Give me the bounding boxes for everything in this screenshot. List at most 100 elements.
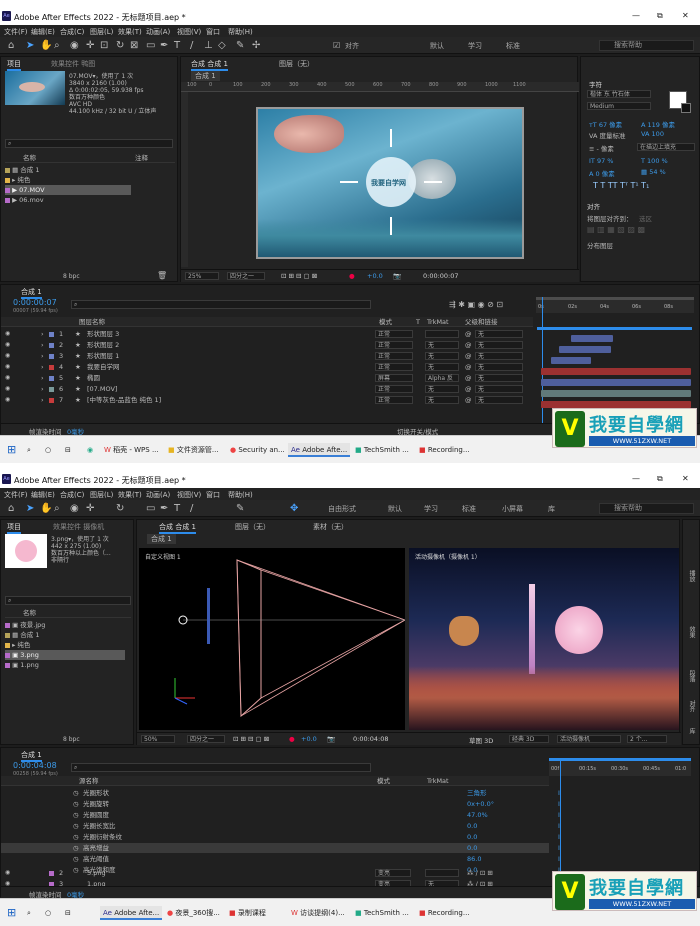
windows-start-icon[interactable]: ⊞ xyxy=(4,906,19,920)
parent-dropdown[interactable]: 无 xyxy=(475,396,523,404)
property-value[interactable]: 0.0 xyxy=(467,832,477,842)
menu-effect[interactable]: 效果(T) xyxy=(118,490,142,500)
camera-property-row[interactable]: ◷ 光圈衍射条纹 0.0 I xyxy=(1,832,560,842)
rotate-tool-icon[interactable]: ↻ xyxy=(116,503,124,514)
label-color-swatch[interactable] xyxy=(49,871,54,876)
menu-composition[interactable]: 合成(C) xyxy=(60,27,84,37)
menu-view[interactable]: 视图(V) xyxy=(177,27,201,37)
layer-bar[interactable] xyxy=(551,357,591,364)
edge-icon[interactable]: ⊟ xyxy=(62,906,74,920)
dolly-tool-icon[interactable]: ⊡ xyxy=(100,40,108,51)
project-item[interactable]: ▦ 合成 1 xyxy=(5,165,39,175)
side-tab[interactable]: 对齐 xyxy=(687,700,696,712)
workspace-small-screen[interactable]: 小屏幕 xyxy=(502,504,523,514)
blend-mode-dropdown[interactable]: 正常 xyxy=(375,341,413,349)
pan-tool-icon[interactable]: ✛ xyxy=(86,503,94,514)
pickwhip-icon[interactable]: @ xyxy=(465,395,472,405)
stopwatch-icon[interactable]: ◷ xyxy=(73,821,79,831)
text-style-buttons-icon[interactable]: T T TT Tᵀ T¹ T₁ xyxy=(593,181,649,190)
workspace-library[interactable]: 库 xyxy=(548,504,555,514)
label-color-swatch[interactable] xyxy=(49,332,54,337)
time-ruler[interactable]: 00f 00:15s 00:30s 00:45s 01:0 xyxy=(549,758,691,776)
layer-name[interactable]: 形状图层 3 xyxy=(87,329,119,339)
minimize-button[interactable]: — xyxy=(632,11,640,20)
axis-mode-icon[interactable]: ✥ xyxy=(290,503,298,514)
timeline-search-input[interactable]: ⌕ xyxy=(71,763,371,772)
stroke-color-swatch[interactable] xyxy=(681,103,691,113)
menu-composition[interactable]: 合成(C) xyxy=(60,490,84,500)
project-item[interactable]: ▸ 纯色 xyxy=(5,640,30,650)
property-value[interactable]: 三角形 xyxy=(467,788,487,798)
expand-icon[interactable]: › xyxy=(41,373,44,383)
side-tab[interactable]: 效果 xyxy=(687,626,696,638)
menu-animation[interactable]: 动画(A) xyxy=(146,490,170,500)
camera-dropdown[interactable]: 活动摄像机 xyxy=(557,735,621,743)
bpc-label[interactable]: 8 bpc xyxy=(63,736,80,743)
camera-property-row[interactable]: ◷ 光圈形状 三角形 I xyxy=(1,788,560,798)
eye-icon[interactable]: ◉ xyxy=(5,373,10,383)
resolution-dropdown[interactable]: 四分之一 xyxy=(227,272,265,280)
trkmat-dropdown[interactable]: 无 xyxy=(425,396,459,404)
pickwhip-icon[interactable]: @ xyxy=(465,329,472,339)
stopwatch-icon[interactable]: ◷ xyxy=(73,788,79,798)
eye-icon[interactable]: ◉ xyxy=(5,395,10,405)
rotate-tool-icon[interactable]: ↻ xyxy=(116,40,124,51)
comp-breadcrumb[interactable]: 合成 1 xyxy=(191,71,220,81)
property-value[interactable]: 0.0 xyxy=(467,843,477,853)
label-color-swatch[interactable] xyxy=(49,365,54,370)
playhead[interactable] xyxy=(560,758,561,886)
layer-bar[interactable] xyxy=(541,368,691,375)
stopwatch-icon[interactable]: ◷ xyxy=(73,854,79,864)
camera-property-row[interactable]: ◷ 高亮增益 0.0 I xyxy=(1,843,560,853)
switches-icon[interactable]: ⁂ / ⊡ ⊞ xyxy=(467,868,493,878)
property-value[interactable]: 0x+0.0° xyxy=(467,799,494,809)
trkmat-dropdown[interactable]: 无 xyxy=(425,385,459,393)
draft-3d-toggle[interactable]: 草图 3D xyxy=(469,735,493,745)
project-item[interactable]: ▶ 06.mov xyxy=(5,195,44,205)
label-color-swatch[interactable] xyxy=(49,343,54,348)
font-family-dropdown[interactable]: 楷体 东 竹石体 xyxy=(587,90,651,98)
close-button[interactable]: ✕ xyxy=(682,11,689,20)
camera-icon[interactable]: 📷 xyxy=(327,735,335,743)
brush-tool-icon[interactable]: / xyxy=(190,40,193,51)
exposure-value[interactable]: +0.0 xyxy=(367,272,383,280)
label-color-swatch[interactable] xyxy=(49,376,54,381)
orbit-tool-icon[interactable]: ◉ xyxy=(70,503,79,514)
workspace-learn[interactable]: 学习 xyxy=(468,41,482,51)
camera-property-row[interactable]: ◷ 光圈旋转 0x+0.0° I xyxy=(1,799,560,809)
pickwhip-icon[interactable]: @ xyxy=(465,351,472,361)
menu-help[interactable]: 帮助(H) xyxy=(228,27,253,37)
puppet-tool-icon[interactable]: ✢ xyxy=(252,40,260,51)
task-view-icon[interactable]: ○ xyxy=(42,443,54,457)
blend-mode-dropdown[interactable]: 正常 xyxy=(375,396,413,404)
tab-effect-controls[interactable]: 效果控件 鸭图 xyxy=(51,59,95,69)
expand-icon[interactable]: › xyxy=(41,384,44,394)
layer-name[interactable]: 椭圆 xyxy=(87,373,100,383)
layer-bar[interactable] xyxy=(559,346,611,353)
workspace-default[interactable]: 默认 xyxy=(430,41,444,51)
pickwhip-icon[interactable]: @ xyxy=(465,373,472,383)
anchor-tool-icon[interactable]: ⊠ xyxy=(130,40,138,51)
tab-composition[interactable]: 合成 合成 1 xyxy=(159,522,196,534)
maximize-button[interactable]: ⧉ xyxy=(657,474,663,484)
snap-checkbox-icon[interactable]: ☑ xyxy=(333,40,340,51)
home-icon[interactable]: ⌂ xyxy=(8,503,14,514)
camera-icon[interactable]: 📷 xyxy=(393,272,401,280)
project-search-input[interactable]: ⌕ xyxy=(5,139,173,148)
rectangle-tool-icon[interactable]: ▭ xyxy=(146,40,155,51)
layer-bar[interactable] xyxy=(541,390,691,397)
trash-icon[interactable]: 🗑 xyxy=(157,271,167,280)
clone-tool-icon[interactable]: ⊥ xyxy=(204,40,213,51)
parent-dropdown[interactable]: 无 xyxy=(475,385,523,393)
eraser-tool-icon[interactable]: ◇ xyxy=(218,40,226,51)
selection-tool-icon[interactable]: ➤ xyxy=(26,40,34,51)
search-icon[interactable]: ⌕ xyxy=(24,443,34,457)
vertical-scale[interactable]: IT 97 % xyxy=(589,157,613,165)
trkmat-dropdown[interactable] xyxy=(425,330,459,338)
menu-file[interactable]: 文件(F) xyxy=(4,27,28,37)
workspace-standard[interactable]: 标准 xyxy=(462,504,476,514)
help-search-input[interactable]: 搜索帮助 xyxy=(599,40,694,51)
align-buttons-icon[interactable]: ▤ ▥ ▦ ▧ ▨ ▩ xyxy=(587,225,645,234)
parent-dropdown[interactable]: 无 xyxy=(475,363,523,371)
timeline-layer-row[interactable]: ◉ › 4 ★ 我要自学网 正常无 @ 无 xyxy=(1,362,533,372)
